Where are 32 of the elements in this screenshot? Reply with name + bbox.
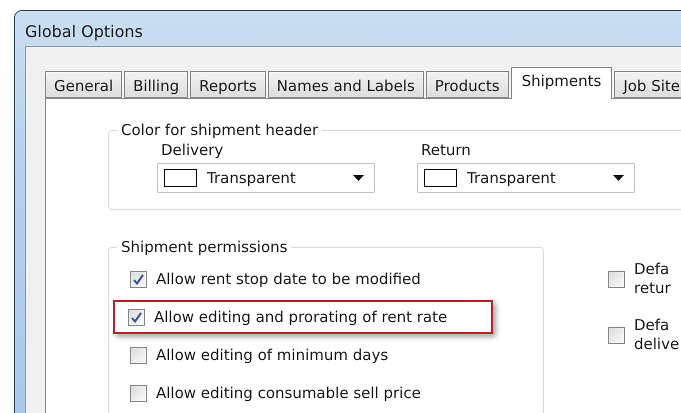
color-dropdown[interactable]: Transparent	[157, 163, 375, 193]
checkbox-label: Allow editing consumable sell price	[156, 384, 421, 402]
checkbox[interactable]	[608, 326, 625, 344]
checkbox-label: Allow editing of minimum days	[156, 346, 388, 364]
checkbox[interactable]	[130, 384, 147, 402]
dropdown-arrow-icon	[613, 175, 624, 181]
dropdown-arrow-icon	[353, 175, 364, 181]
checkbox-label: Allow rent stop date to be modified	[156, 270, 421, 288]
tab[interactable]: Shipments	[510, 67, 612, 99]
checkmark-icon	[131, 312, 142, 322]
tab[interactable]: Billing	[124, 71, 188, 98]
group-title: Color for shipment header	[120, 121, 320, 139]
field-label: Delivery	[160, 141, 224, 159]
checkbox[interactable]	[130, 270, 147, 288]
tab[interactable]: Products	[426, 71, 509, 98]
tab[interactable]: General	[45, 71, 122, 98]
tab[interactable]: Names and Labels	[268, 71, 424, 98]
checkbox[interactable]	[608, 270, 625, 288]
checkbox[interactable]	[128, 308, 145, 326]
group-title: Shipment permissions	[120, 238, 288, 256]
checkmark-icon	[133, 274, 144, 284]
checkbox-label: Defa delive	[634, 316, 680, 354]
field-label: Return	[420, 141, 472, 159]
color-swatch	[164, 169, 197, 187]
checkbox[interactable]	[130, 346, 147, 364]
tab[interactable]: Job Site	[614, 71, 681, 98]
checkbox-label: Allow editing and prorating of rent rate	[154, 308, 448, 326]
color-swatch	[424, 169, 457, 187]
checkbox-label: Defa retur	[634, 260, 671, 298]
window-title: Global Options	[24, 21, 144, 43]
tab[interactable]: Reports	[190, 71, 266, 98]
color-dropdown[interactable]: Transparent	[417, 163, 635, 193]
